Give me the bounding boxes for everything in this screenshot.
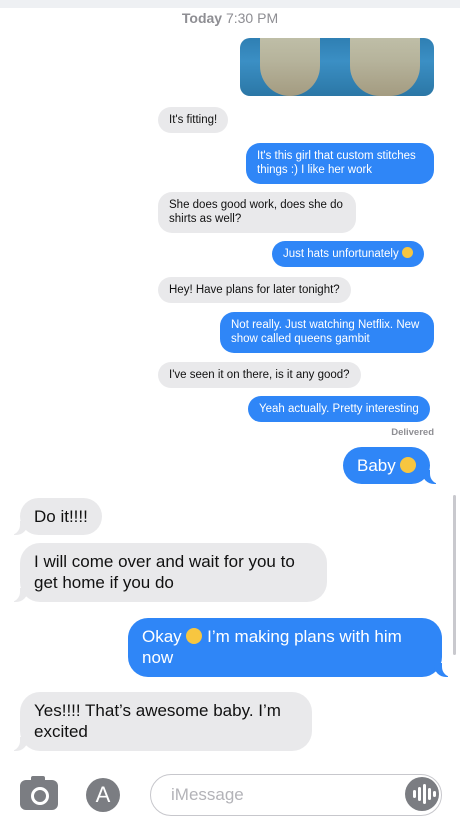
message-text: She does good work, does she do shirts a… bbox=[169, 199, 343, 226]
message-text: Not really. Just watching Netflix. New s… bbox=[231, 319, 420, 346]
inner-message-bubble: Hey! Have plans for later tonight? bbox=[158, 277, 351, 304]
audio-message-icon[interactable] bbox=[405, 777, 439, 811]
photo-hair-left bbox=[260, 38, 320, 96]
message-text: Okay bbox=[142, 627, 182, 646]
message-text: It's this girl that custom stitches thin… bbox=[257, 150, 416, 177]
scroll-indicator bbox=[453, 495, 456, 655]
inner-message-bubble: Just hats unfortunately bbox=[272, 241, 424, 268]
inner-message-bubble: I've seen it on there, is it any good? bbox=[158, 362, 361, 389]
message-text: Baby bbox=[357, 456, 396, 475]
inner-message-bubble: She does good work, does she do shirts a… bbox=[158, 192, 356, 233]
conversation-timestamp: Today 7:30 PM bbox=[0, 10, 460, 26]
timestamp-day: Today bbox=[181, 10, 223, 26]
shared-photo[interactable] bbox=[240, 38, 434, 96]
app-store-icon[interactable]: A bbox=[86, 778, 120, 812]
top-edge bbox=[0, 0, 460, 8]
inner-message-bubble: It's fitting! bbox=[158, 107, 229, 134]
flushed-face-icon bbox=[400, 457, 417, 473]
message-bubble-incoming[interactable]: I will come over and wait for you to get… bbox=[10, 543, 327, 602]
message-bubble-incoming[interactable]: Yes!!!! That’s awesome baby. I’m excited bbox=[10, 692, 312, 751]
message-text: I will come over and wait for you to get… bbox=[34, 552, 295, 593]
message-bubble-outgoing[interactable]: Okay I’m making plans with him now bbox=[128, 618, 452, 677]
message-input[interactable] bbox=[169, 775, 403, 815]
message-text: Hey! Have plans for later tonight? bbox=[169, 284, 340, 296]
timestamp-time: 7:30 PM bbox=[225, 10, 279, 26]
message-text: Do it!!!! bbox=[34, 507, 88, 526]
message-bubble-incoming[interactable]: Do it!!!! bbox=[10, 498, 102, 536]
message-text: Yes!!!! That’s awesome baby. I’m excited bbox=[34, 701, 281, 742]
photo-hair-right bbox=[350, 38, 420, 96]
message-bubble-outgoing[interactable]: Baby bbox=[343, 447, 442, 485]
message-text: I've seen it on there, is it any good? bbox=[169, 369, 350, 381]
inner-message-bubble: Not really. Just watching Netflix. New s… bbox=[220, 312, 434, 353]
grimacing-face-icon bbox=[401, 247, 413, 258]
inner-message-bubble: It's this girl that custom stitches thin… bbox=[246, 143, 434, 184]
message-text: Yeah actually. Pretty interesting bbox=[259, 403, 419, 415]
message-text: It's fitting! bbox=[169, 114, 218, 126]
message-text: Just hats unfortunately bbox=[283, 248, 399, 260]
relieved-face-icon bbox=[186, 628, 203, 644]
camera-icon[interactable] bbox=[20, 776, 58, 810]
message-field[interactable] bbox=[150, 774, 442, 816]
inner-message-bubble: Yeah actually. Pretty interesting bbox=[248, 396, 430, 423]
delivered-status: Delivered bbox=[391, 427, 434, 438]
